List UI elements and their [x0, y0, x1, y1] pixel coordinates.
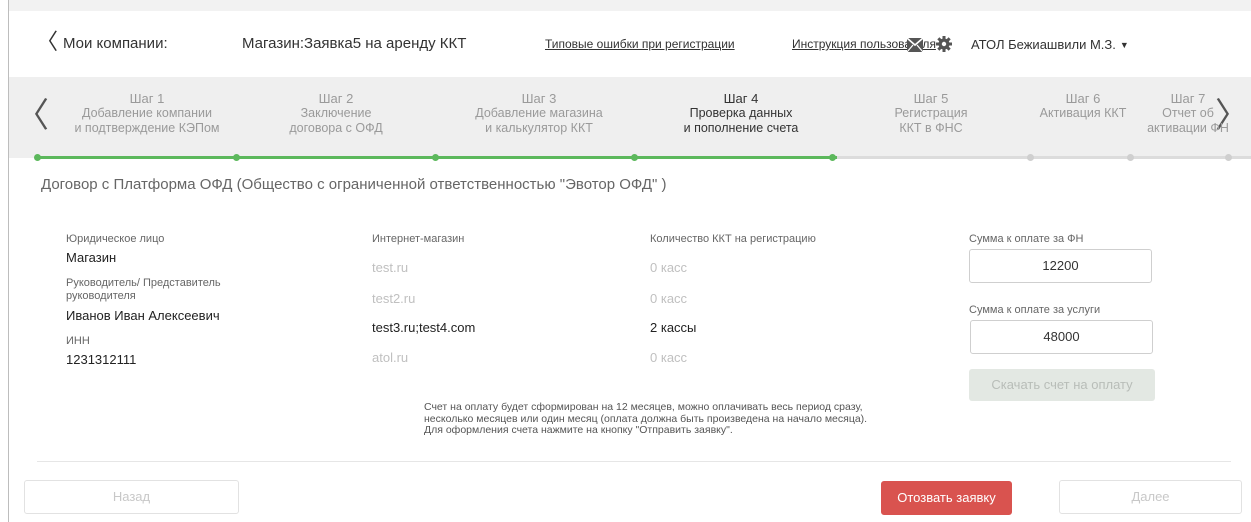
caret-down-icon: ▼ [1119, 40, 1129, 50]
step-label: Заключение [300, 106, 372, 120]
contract-title: Договор с Платформа ОФД (Общество с огра… [41, 176, 667, 193]
registration-errors-link[interactable]: Типовые ошибки при регистрации [545, 37, 735, 51]
step-4[interactable]: Шаг 4 Проверка данных и пополнение счета [666, 91, 816, 136]
inn-value: 1231312111 [66, 352, 137, 367]
step-label: договора с ОФД [289, 121, 383, 135]
back-to-companies-link[interactable]: Мои компании: [63, 35, 168, 52]
fn-amount-field[interactable]: 12200 [969, 249, 1152, 283]
store-column-header: Интернет-магазин [372, 233, 465, 245]
step-number: Шаг 7 [1170, 91, 1206, 106]
step-3[interactable]: Шаг 3 Добавление магазина и калькулятор … [459, 91, 619, 136]
footer-divider [37, 461, 1231, 462]
fn-amount-label: Сумма к оплате за ФН [969, 233, 1084, 245]
step-dot [1225, 154, 1232, 161]
legal-entity-label: Юридическое лицо [66, 233, 165, 245]
step-number: Шаг 5 [913, 91, 949, 106]
kkt-count: 0 касс [650, 350, 688, 365]
step-number: Шаг 4 [723, 91, 759, 106]
page-title: Магазин:Заявка5 на аренду ККТ [242, 35, 467, 52]
step-dot [233, 154, 240, 161]
kkt-count: 0 касс [650, 291, 688, 306]
step-label: и пополнение счета [683, 121, 799, 135]
step-label: Регистрация [894, 106, 968, 120]
step-number: Шаг 6 [1065, 91, 1101, 106]
header-bar: 〈 Мои компании: Магазин:Заявка5 на аренд… [9, 11, 1251, 77]
step-dot [432, 154, 439, 161]
step-label: Проверка данных [689, 106, 793, 120]
invoice-note: Счет на оплату будет сформирован на 12 м… [424, 401, 944, 437]
step-5[interactable]: Шаг 5 Регистрация ККТ в ФНС [875, 91, 987, 136]
head-label: Руководитель/ Представитель [66, 277, 221, 289]
step-7[interactable]: Шаг 7 Отчет об активации ФН [1143, 91, 1233, 136]
steps-prev-arrow-icon[interactable]: 〈 [15, 99, 49, 133]
step-label: Активация ККТ [1039, 106, 1127, 120]
step-label: Добавление компании [81, 106, 213, 120]
download-invoice-button[interactable]: Скачать счет на оплату [969, 369, 1155, 401]
step-number: Шаг 2 [318, 91, 354, 106]
step-2[interactable]: Шаг 2 Заключение договора с ОФД [263, 91, 409, 136]
steps-bar: 〈 〉 Шаг 1 Добавление компании и подтверж… [9, 77, 1251, 161]
gear-icon[interactable] [936, 36, 952, 52]
step-number: Шаг 1 [129, 91, 165, 106]
legal-entity-value: Магазин [66, 250, 117, 265]
note-line: Для оформления счета нажмите на кнопку "… [424, 424, 733, 436]
user-name: АТОЛ Бежиашвили М.З. [971, 37, 1116, 52]
step-dot [829, 154, 836, 161]
step-1[interactable]: Шаг 1 Добавление компании и подтверждени… [63, 91, 231, 136]
inn-label: ИНН [66, 335, 90, 347]
kkt-count: 0 касс [650, 260, 688, 275]
services-amount-field[interactable]: 48000 [970, 320, 1153, 354]
user-menu[interactable]: АТОЛ Бежиашвили М.З. ▼ [971, 37, 1129, 52]
count-column-header: Количество ККТ на регистрацию [650, 233, 816, 245]
store-name: test2.ru [372, 291, 416, 306]
step-label: и калькулятор ККТ [485, 121, 593, 135]
step-label: Отчет об [1162, 106, 1214, 120]
step-6[interactable]: Шаг 6 Активация ККТ [1028, 91, 1138, 121]
mail-icon[interactable] [907, 38, 923, 52]
step-dot [34, 154, 41, 161]
step-dot [1027, 154, 1034, 161]
back-button[interactable]: Назад [24, 480, 239, 514]
top-strip [9, 0, 1251, 11]
services-amount-label: Сумма к оплате за услуги [969, 304, 1101, 316]
head-label-2: руководителя [66, 290, 136, 302]
head-value: Иванов Иван Алексеевич [66, 308, 220, 323]
revoke-request-button[interactable]: Отозвать заявку [881, 481, 1012, 515]
next-button[interactable]: Далее [1059, 480, 1242, 514]
store-name: test3.ru;test4.com [372, 320, 476, 335]
note-line: Счет на оплату будет сформирован на 12 м… [424, 401, 863, 413]
kkt-count: 2 кассы [650, 320, 697, 335]
store-name: test.ru [372, 260, 409, 275]
step-dot [1127, 154, 1134, 161]
step-label: активации ФН [1147, 121, 1229, 135]
chevron-left-icon[interactable]: 〈 [36, 31, 58, 53]
step-label: ККТ в ФНС [899, 121, 963, 135]
step-number: Шаг 3 [521, 91, 557, 106]
step-label: и подтверждение КЭПом [74, 121, 220, 135]
step-dot [631, 154, 638, 161]
step-label: Добавление магазина [475, 106, 603, 120]
store-name: atol.ru [372, 350, 409, 365]
